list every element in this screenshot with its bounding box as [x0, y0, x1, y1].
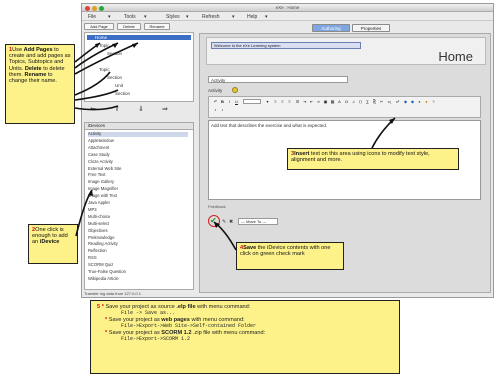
arrow-to-rename: [74, 42, 139, 75]
arrow-to-tree: [74, 71, 111, 96]
arrow-to-idevice: [75, 189, 93, 237]
arrowhead: [132, 43, 138, 48]
arrowhead: [95, 43, 100, 48]
callout-arrows: [74, 42, 396, 251]
arrow-to-tree-3: [74, 105, 119, 111]
